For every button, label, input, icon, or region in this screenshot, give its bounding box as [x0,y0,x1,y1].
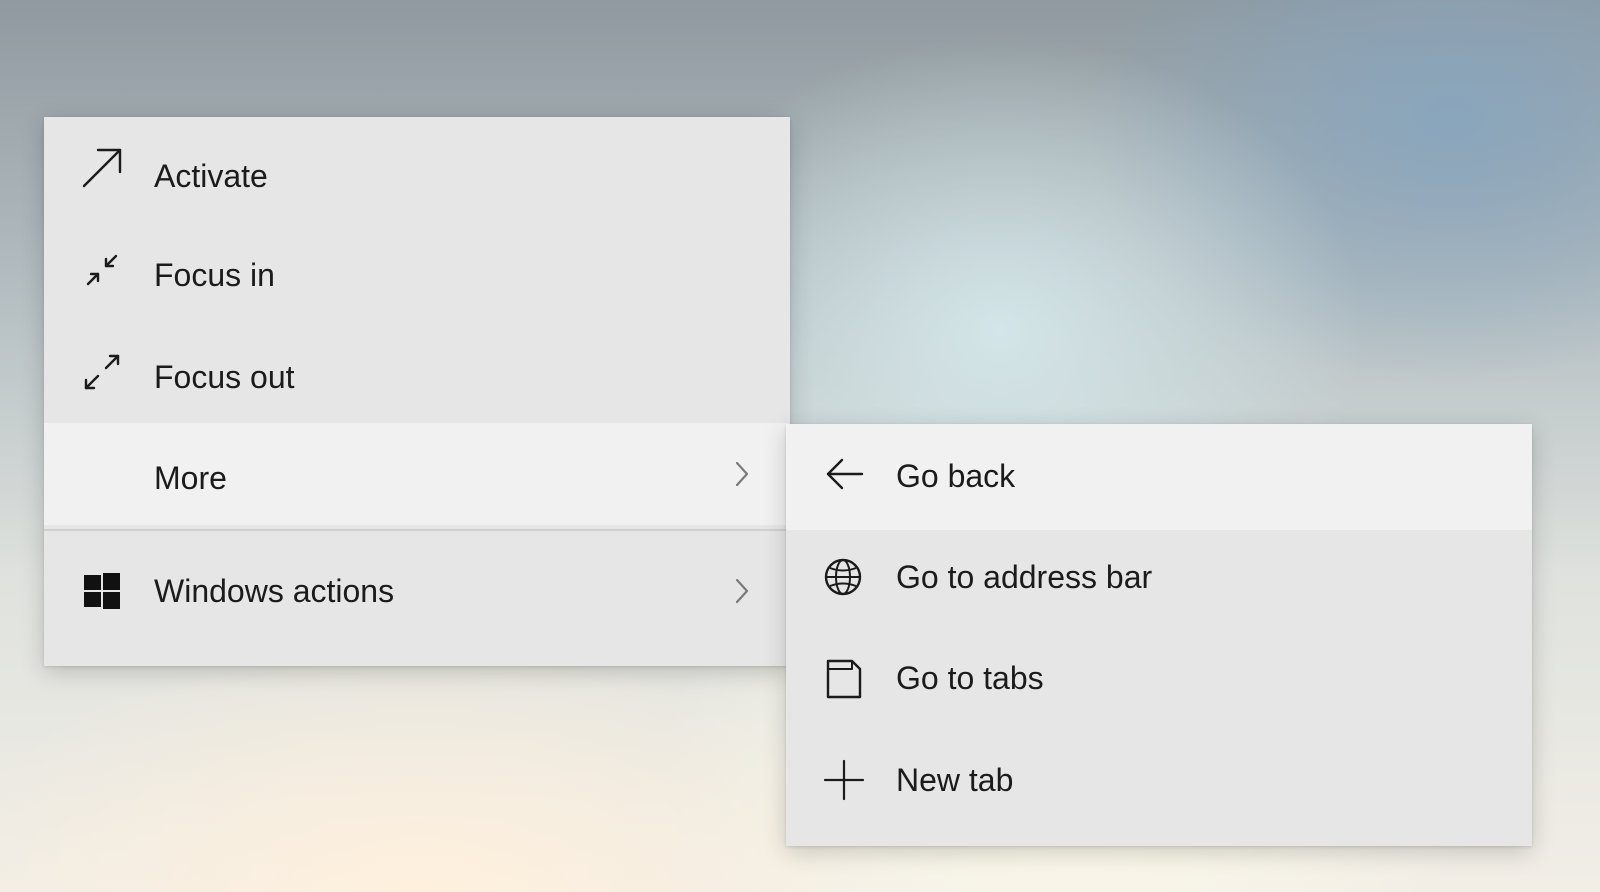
focus-out-icon [80,350,124,394]
windows-logo-icon [80,569,124,613]
menu-item-go-to-address-bar[interactable]: Go to address bar [786,530,1532,631]
globe-icon [822,556,866,600]
menu-item-label: More [154,460,227,496]
menu-item-label: New tab [896,762,1014,798]
menu-item-go-to-tabs[interactable]: Go to tabs [786,631,1532,732]
menu-item-label: Go to tabs [896,660,1044,696]
menu-item-new-tab[interactable]: New tab [786,732,1532,834]
menu-item-go-back[interactable]: Go back [786,424,1532,530]
arrow-up-right-icon [80,146,124,190]
chevron-right-icon [730,458,754,490]
menu-item-more[interactable]: More [44,423,790,525]
menu-item-windows-actions[interactable]: Windows actions [44,533,790,645]
menu-item-label: Focus in [154,257,275,293]
menu-item-label: Activate [154,158,268,194]
menu-item-label: Go to address bar [896,559,1153,595]
chevron-right-icon [730,575,754,607]
focus-in-icon [80,248,124,292]
menu-item-label: Focus out [154,359,295,395]
menu-item-focus-in[interactable]: Focus in [44,219,790,321]
menu-item-label: Windows actions [154,573,395,609]
tabs-icon [822,657,866,701]
plus-icon [822,758,866,802]
menu-item-label: Go back [896,458,1016,494]
menu-item-focus-out[interactable]: Focus out [44,321,790,423]
menu-divider [44,529,790,531]
primary-context-menu: Activate Focus in Focus out More Windows… [44,117,790,666]
arrow-left-icon [822,452,866,496]
more-submenu: Go back Go to address bar Go to tabs New… [786,424,1532,846]
menu-item-activate[interactable]: Activate [44,117,790,219]
